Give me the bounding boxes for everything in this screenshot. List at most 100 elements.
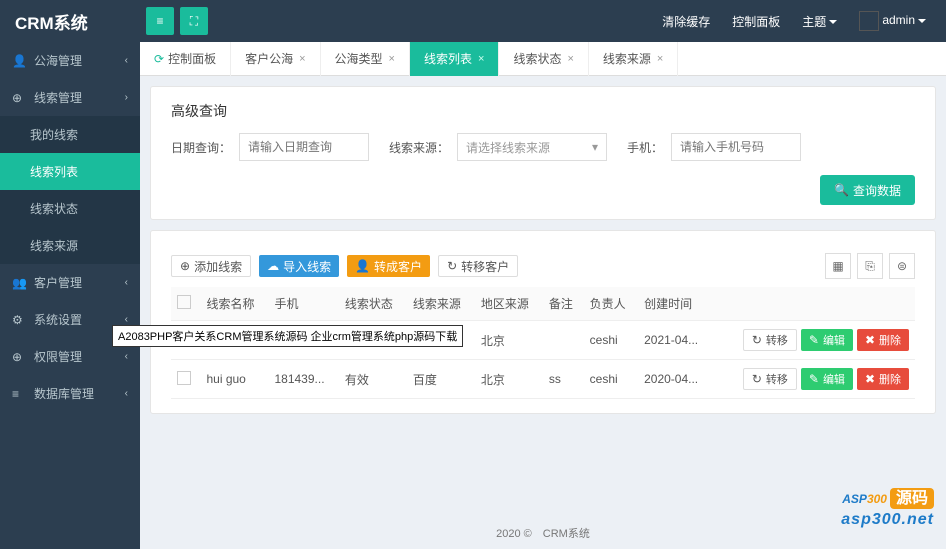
menu-icon: ⊕ bbox=[12, 91, 26, 105]
phone-label: 手机： bbox=[627, 139, 663, 156]
menu-label: 客户管理 bbox=[34, 274, 82, 291]
row-delete-button[interactable]: ✖删除 bbox=[857, 368, 909, 390]
export-button[interactable]: ⎘ bbox=[857, 253, 883, 279]
chevron-icon: ‹ bbox=[125, 277, 128, 288]
columns-button[interactable]: ▦ bbox=[825, 253, 851, 279]
cell-owner: ceshi bbox=[584, 321, 638, 360]
header: CRM系统 ≡ ⛶ 清除缓存 控制面板 主题 admin bbox=[0, 0, 946, 42]
menu-label: 公海管理 bbox=[34, 52, 82, 69]
sidebar-subitem[interactable]: 线索列表 bbox=[0, 153, 140, 190]
menu-icon: 👤 bbox=[12, 54, 26, 68]
menu-toggle-button[interactable]: ≡ bbox=[146, 7, 174, 35]
row-transfer-button[interactable]: ↻转移 bbox=[743, 329, 797, 351]
row-transfer-button[interactable]: ↻转移 bbox=[743, 368, 797, 390]
user-menu[interactable]: admin bbox=[859, 11, 926, 31]
checkbox[interactable] bbox=[177, 371, 191, 385]
close-icon[interactable]: × bbox=[389, 53, 395, 65]
cell-phone: 181439... bbox=[268, 360, 338, 399]
cell-note: ss bbox=[543, 360, 584, 399]
tab[interactable]: 线索列表 × bbox=[410, 42, 499, 76]
tab[interactable]: 公海类型× bbox=[321, 42, 410, 76]
trash-icon: ✖ bbox=[865, 333, 875, 347]
query-title: 高级查询 bbox=[171, 101, 915, 121]
menu-label: 权限管理 bbox=[34, 348, 82, 365]
tab[interactable]: 线索来源 × bbox=[589, 42, 678, 76]
clear-cache-link[interactable]: 清除缓存 bbox=[662, 13, 710, 30]
table-header: 地区来源 bbox=[475, 287, 543, 321]
control-panel-link[interactable]: 控制面板 bbox=[732, 13, 780, 30]
pencil-icon: ✎ bbox=[809, 333, 819, 347]
sidebar-item[interactable]: 👥 客户管理 ‹ bbox=[0, 264, 140, 301]
phone-input[interactable] bbox=[671, 133, 801, 161]
sidebar-item[interactable]: 👤 公海管理 ‹ bbox=[0, 42, 140, 79]
close-icon[interactable]: × bbox=[478, 53, 484, 65]
cell-status: 有效 bbox=[339, 360, 407, 399]
chevron-icon: ‹ bbox=[125, 314, 128, 325]
sidebar-subitem[interactable]: 线索状态 bbox=[0, 190, 140, 227]
source-label: 线索来源： bbox=[389, 139, 449, 156]
plus-icon: ⊕ bbox=[180, 259, 190, 273]
table-header: 备注 bbox=[543, 287, 584, 321]
convert-customer-button[interactable]: 👤转成客户 bbox=[347, 255, 430, 277]
search-button[interactable]: 🔍查询数据 bbox=[820, 175, 915, 205]
sidebar-subitem[interactable]: 线索来源 bbox=[0, 227, 140, 264]
menu-icon: ⚙ bbox=[12, 313, 26, 327]
clock-icon: ↻ bbox=[752, 372, 762, 386]
user-icon: 👤 bbox=[355, 259, 370, 273]
chevron-icon: › bbox=[125, 92, 128, 103]
tabs-bar: ⟳控制面板客户公海×公海类型×线索列表×线索状态×线索来源× bbox=[140, 42, 946, 76]
tab-label: 客户公海 bbox=[245, 50, 293, 67]
table-header bbox=[713, 287, 915, 321]
table-header bbox=[171, 287, 200, 321]
tab[interactable]: 客户公海 × bbox=[231, 42, 320, 76]
table-header: 线索来源 bbox=[407, 287, 475, 321]
tab[interactable]: 线索状态× bbox=[499, 42, 588, 76]
upload-icon: ☁ bbox=[267, 259, 279, 273]
table-row: hui guo 181439... 有效 百度 北京 ss ceshi 2020… bbox=[171, 360, 915, 399]
add-button[interactable]: ⊕添加线索 bbox=[171, 255, 251, 277]
checkbox-all[interactable] bbox=[177, 295, 191, 309]
table-header: 负责人 bbox=[584, 287, 638, 321]
chevron-icon: ‹ bbox=[125, 55, 128, 66]
transfer-button[interactable]: ↻转移客户 bbox=[438, 255, 518, 277]
close-icon[interactable]: × bbox=[657, 53, 663, 65]
theme-dropdown[interactable]: 主题 bbox=[802, 13, 837, 30]
date-input[interactable] bbox=[239, 133, 369, 161]
row-edit-button[interactable]: ✎编辑 bbox=[801, 368, 853, 390]
tab-label: 线索来源 bbox=[603, 50, 651, 67]
cell-source: 百度 bbox=[407, 360, 475, 399]
tab-label: 控制面板 bbox=[168, 50, 216, 67]
import-button[interactable]: ☁导入线索 bbox=[259, 255, 339, 277]
menu-icon: 👥 bbox=[12, 276, 26, 290]
print-button[interactable]: ⊜ bbox=[889, 253, 915, 279]
cell-region: 北京 bbox=[475, 321, 543, 360]
sidebar-item[interactable]: ≡数据库管理‹ bbox=[0, 375, 140, 412]
sidebar: 👤公海管理‹⊕线索管理›我的线索线索列表线索状态线索来源👥客户管理‹⚙系统设置‹… bbox=[0, 42, 140, 549]
date-label: 日期查询： bbox=[171, 139, 231, 156]
row-delete-button[interactable]: ✖删除 bbox=[857, 329, 909, 351]
source-select[interactable]: 请选择线索来源▾ bbox=[457, 133, 607, 161]
watermark: ASP300源码 asp300.net bbox=[841, 474, 934, 529]
tab-label: 线索列表 bbox=[424, 50, 472, 67]
cell-created: 2021-04... bbox=[638, 321, 713, 360]
tooltip: A2083PHP客户关系CRM管理系统源码 企业crm管理系统php源码下载 bbox=[112, 325, 463, 347]
data-panel: ⊕添加线索 ☁导入线索 👤转成客户 ↻转移客户 ▦ ⎘ ⊜ 线索名称手机线索状态… bbox=[150, 230, 936, 414]
table-header: 线索名称 bbox=[200, 287, 268, 321]
pencil-icon: ✎ bbox=[809, 372, 819, 386]
sidebar-subitem[interactable]: 我的线索 bbox=[0, 116, 140, 153]
cell-created: 2020-04... bbox=[638, 360, 713, 399]
cell-owner: ceshi bbox=[584, 360, 638, 399]
cell-region: 北京 bbox=[475, 360, 543, 399]
menu-label: 线索管理 bbox=[34, 89, 82, 106]
query-panel: 高级查询 日期查询： 线索来源： 请选择线索来源▾ 手机： 🔍查询数据 bbox=[150, 86, 936, 220]
sidebar-item[interactable]: ⊕ 线索管理 › bbox=[0, 79, 140, 116]
fullscreen-button[interactable]: ⛶ bbox=[180, 7, 208, 35]
close-icon[interactable]: × bbox=[299, 53, 305, 65]
chevron-icon: ‹ bbox=[125, 388, 128, 399]
caret-down-icon bbox=[918, 19, 926, 23]
close-icon[interactable]: × bbox=[567, 53, 573, 65]
chevron-icon: ‹ bbox=[125, 351, 128, 362]
table-header: 手机 bbox=[268, 287, 338, 321]
tab[interactable]: ⟳控制面板 bbox=[140, 42, 231, 76]
row-edit-button[interactable]: ✎编辑 bbox=[801, 329, 853, 351]
